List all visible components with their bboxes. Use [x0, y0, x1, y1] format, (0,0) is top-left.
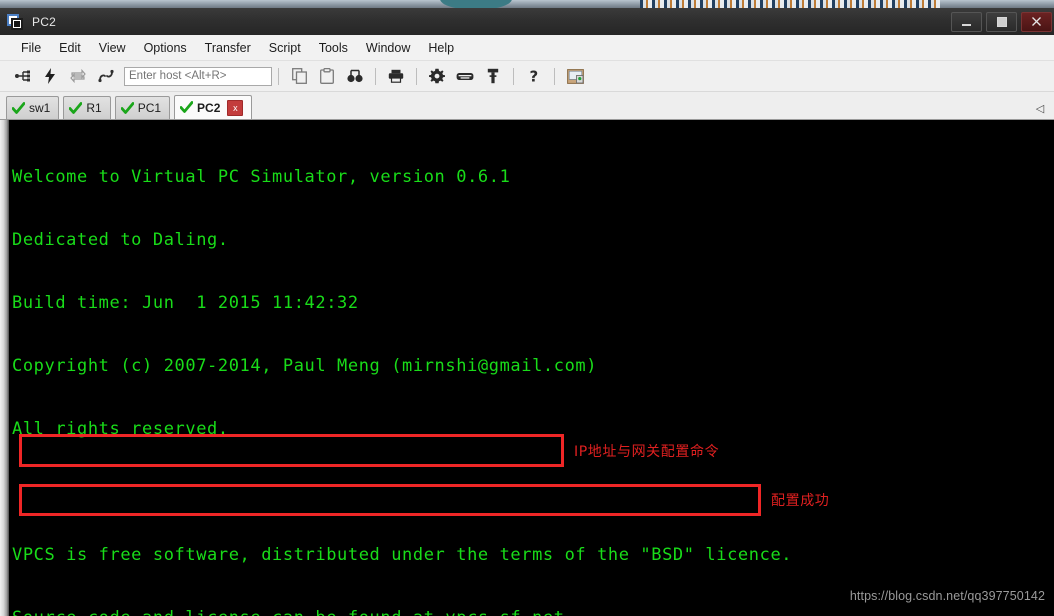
window-title: PC2	[32, 14, 56, 29]
terminal-line: Dedicated to Daling.	[12, 230, 229, 250]
terminal-line: Welcome to Virtual PC Simulator, version…	[12, 167, 511, 187]
toolbar-divider	[513, 67, 514, 85]
keyboard-icon[interactable]	[454, 65, 476, 87]
toolbar-divider	[278, 67, 279, 85]
paste-icon[interactable]	[316, 65, 338, 87]
check-icon	[179, 101, 194, 114]
annotation-label-result: 配置成功	[771, 493, 830, 509]
minimize-icon	[962, 23, 971, 26]
terminal-line: Source code and license can be found at …	[12, 608, 1054, 616]
tab-pc2[interactable]: PC2 x	[174, 95, 253, 119]
annotation-label-command: IP地址与网关配置命令	[574, 444, 720, 460]
reconnect-icon[interactable]	[67, 65, 89, 87]
settings-gear-icon[interactable]	[426, 65, 448, 87]
terminal-line: Copyright (c) 2007-2014, Paul Meng (mirn…	[12, 356, 598, 376]
new-session-icon[interactable]	[11, 65, 33, 87]
minimize-button[interactable]	[951, 11, 982, 32]
close-icon	[1032, 17, 1041, 26]
tab-label: PC1	[137, 101, 162, 115]
host-input[interactable]	[124, 66, 272, 86]
maximize-icon	[996, 16, 1007, 27]
background-window-bars	[640, 0, 940, 8]
menu-script[interactable]: Script	[260, 38, 310, 58]
disconnect-icon[interactable]	[95, 65, 117, 87]
terminal-line: Build time: Jun 1 2015 11:42:32	[12, 293, 359, 313]
menu-help[interactable]: Help	[419, 38, 463, 58]
menu-transfer[interactable]: Transfer	[196, 38, 260, 58]
menu-edit[interactable]: Edit	[50, 38, 90, 58]
copy-icon[interactable]	[288, 65, 310, 87]
terminal-left-border	[0, 120, 9, 616]
background-window-strip	[0, 0, 1054, 10]
terminal-output[interactable]: Welcome to Virtual PC Simulator, version…	[9, 120, 1054, 616]
print-icon[interactable]	[385, 65, 407, 87]
tab-label: sw1	[29, 101, 51, 115]
toolbar: ?	[0, 61, 1054, 92]
tab-scroll-left-icon[interactable]: ◁	[1034, 101, 1046, 115]
securecrt-window: PC2 File Edit View Options Transfer Scri…	[0, 8, 1054, 616]
close-button[interactable]	[1021, 11, 1052, 32]
toolbar-divider	[375, 67, 376, 85]
svg-text:?: ?	[529, 68, 538, 84]
quick-connect-icon[interactable]	[39, 65, 61, 87]
terminal-line: VPCS is free software, distributed under…	[12, 545, 793, 565]
tab-bar: sw1 R1 PC1 PC2 x ◁	[0, 92, 1054, 120]
terminal-area: Welcome to Virtual PC Simulator, version…	[0, 120, 1054, 616]
menu-file[interactable]: File	[12, 38, 50, 58]
find-icon[interactable]	[344, 65, 366, 87]
window-restore-icon	[7, 13, 24, 30]
toolbar-divider	[554, 67, 555, 85]
menu-window[interactable]: Window	[357, 38, 419, 58]
tab-sw1[interactable]: sw1	[6, 96, 60, 119]
title-bar: PC2	[0, 8, 1054, 35]
watermark: https://blog.csdn.net/qq397750142	[849, 589, 1045, 603]
menu-options[interactable]: Options	[135, 38, 196, 58]
tab-r1[interactable]: R1	[63, 96, 111, 119]
menu-bar: File Edit View Options Transfer Script T…	[0, 35, 1054, 61]
help-question-icon[interactable]: ?	[523, 65, 545, 87]
session-manager-icon[interactable]	[564, 65, 586, 87]
maximize-button[interactable]	[986, 11, 1017, 32]
check-icon	[11, 101, 26, 115]
tab-close-button[interactable]: x	[227, 99, 244, 116]
tab-pc1[interactable]: PC1	[114, 96, 171, 119]
key-icon[interactable]	[482, 65, 504, 87]
window-controls	[951, 8, 1054, 35]
menu-view[interactable]: View	[90, 38, 135, 58]
tab-label: PC2	[197, 100, 221, 115]
check-icon	[68, 101, 83, 115]
terminal-line: All rights reserved.	[12, 419, 229, 439]
check-icon	[120, 101, 135, 115]
tab-label: R1	[86, 101, 102, 115]
menu-tools[interactable]: Tools	[310, 38, 357, 58]
toolbar-divider	[416, 67, 417, 85]
